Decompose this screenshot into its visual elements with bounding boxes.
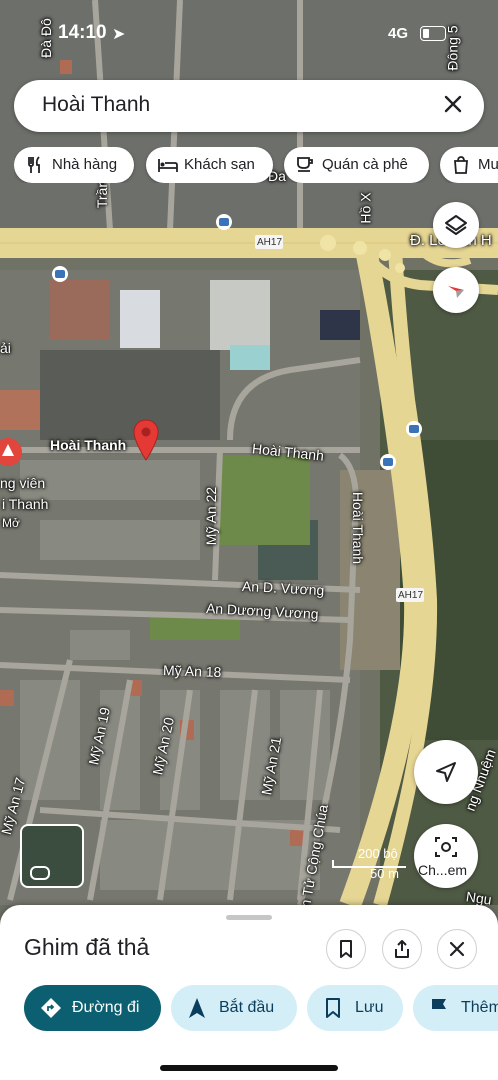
more-button[interactable]: Thêm: [413, 985, 498, 1031]
coffee-icon: [297, 157, 313, 172]
share-button[interactable]: [382, 929, 422, 969]
bookmark-icon: [326, 998, 340, 1018]
highway-shield-label: AH17: [257, 237, 283, 248]
street-label: Ngu: [465, 888, 493, 905]
network-label: 4G: [388, 25, 409, 42]
street-label: Hoài Thanh: [350, 491, 367, 565]
navigation-icon: [189, 998, 205, 1018]
drag-handle[interactable]: [226, 915, 272, 920]
lens-icon: [435, 837, 457, 857]
action-label: Đường đi: [72, 999, 140, 1016]
battery-icon: [420, 26, 446, 41]
pin-label: Hoài Thanh: [50, 437, 127, 453]
action-buttons: Đường đi Bắt đầu Lưu Thêm: [0, 985, 498, 1031]
save-button[interactable]: Lưu: [307, 985, 403, 1031]
directions-button[interactable]: Đường đi: [24, 985, 161, 1031]
bottom-sheet: Ghim đã thả Đường đi Bắt đầu Lưu Thêm: [0, 905, 498, 1080]
chip-shopping[interactable]: Mu: [440, 147, 498, 183]
street-label: Hồ X: [357, 192, 374, 224]
close-icon: [449, 941, 465, 957]
start-button[interactable]: Bắt đầu: [171, 985, 297, 1031]
shopping-bag-icon: [454, 156, 468, 174]
highway-shield-label: AH17: [398, 590, 424, 601]
hotel-icon: [158, 159, 178, 172]
poi-status-label: Mở: [2, 516, 20, 530]
layers-button[interactable]: [433, 202, 479, 248]
chip-label: Mu: [478, 156, 498, 173]
action-label: Bắt đầu: [219, 999, 275, 1016]
status-time: 14:10: [58, 22, 107, 43]
close-sheet-button[interactable]: [437, 929, 477, 969]
close-icon[interactable]: [440, 91, 466, 117]
scale-metric: 50 m: [370, 866, 399, 881]
scale-imperial: 200 bộ: [358, 846, 398, 861]
action-label: Thêm: [461, 999, 498, 1016]
restaurant-icon: [28, 156, 40, 173]
dropped-pin-icon[interactable]: [132, 418, 160, 462]
directions-icon: [41, 998, 61, 1018]
street-label: ải: [0, 340, 11, 356]
street-label: Mỹ An 18: [162, 661, 222, 681]
chip-label: Khách sạn: [184, 156, 255, 173]
compass-icon: [448, 286, 464, 298]
search-query[interactable]: Hoài Thanh: [42, 93, 150, 117]
action-label: Lưu: [355, 999, 384, 1016]
chip-restaurants[interactable]: Nhà hàng: [14, 147, 134, 183]
bookmark-icon: [340, 940, 352, 958]
street-label: Trần: [94, 179, 111, 209]
save-icon-button[interactable]: [326, 929, 366, 969]
street-label: Mỹ An 22: [203, 486, 220, 546]
my-location-button[interactable]: [414, 740, 478, 804]
location-arrow-icon: ➤: [112, 26, 126, 43]
flag-icon: [432, 999, 446, 1018]
rotate-icon: [30, 866, 50, 880]
chip-label: Quán cà phê: [322, 156, 408, 173]
chip-label: Nhà hàng: [52, 156, 118, 173]
share-icon: [395, 940, 409, 958]
explore-label: Ch...em: [418, 862, 468, 878]
street-view-thumbnail[interactable]: [20, 824, 84, 888]
search-bar[interactable]: Hoài Thanh: [14, 80, 484, 132]
home-indicator[interactable]: [160, 1065, 338, 1071]
chip-hotels[interactable]: Khách sạn: [146, 147, 273, 183]
poi-label: i Thanh: [2, 496, 49, 512]
poi-label: ng viên: [0, 475, 46, 491]
compass-button[interactable]: [433, 267, 479, 313]
sheet-title: Ghim đã thả: [24, 934, 150, 960]
map-scale: 200 bộ 50 m: [332, 846, 406, 881]
status-bar: 14:10 ➤ 4G: [0, 18, 498, 52]
explore-button[interactable]: Ch...em: [414, 824, 478, 888]
layers-icon: [445, 215, 467, 235]
category-chips: Nhà hàng Khách sạn Quán cà phê Mu: [14, 147, 498, 183]
chip-cafes[interactable]: Quán cà phê: [284, 147, 429, 183]
navigation-arrow-icon: [436, 762, 456, 782]
